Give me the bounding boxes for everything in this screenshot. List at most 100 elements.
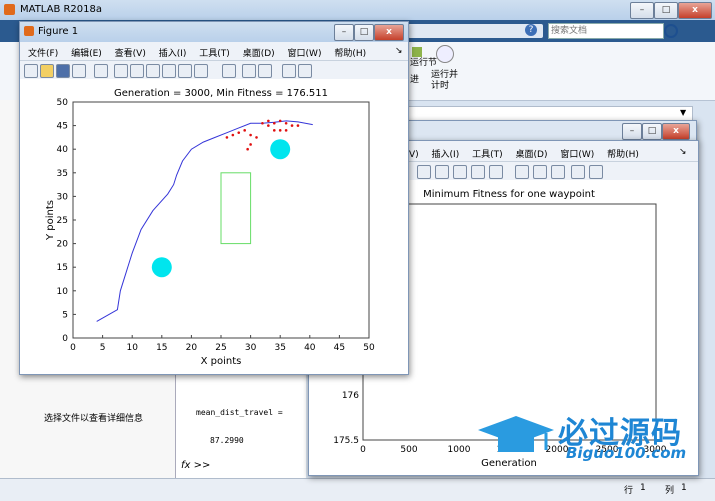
fig2-dock-icon[interactable] xyxy=(589,165,603,179)
save-icon[interactable] xyxy=(56,64,70,78)
address-dropdown-icon[interactable]: ▼ xyxy=(680,108,686,117)
bg-minimize-button[interactable]: – xyxy=(622,123,642,140)
menu-view[interactable]: 查看(V) xyxy=(115,49,146,59)
fig2-brush-icon[interactable] xyxy=(489,165,503,179)
maximize-button[interactable]: □ xyxy=(654,2,678,19)
print-icon[interactable] xyxy=(72,64,86,78)
x-tick-label: 30 xyxy=(245,343,257,353)
fitness-ytick-1755: 175.5 xyxy=(333,436,359,446)
x-tick-label: 35 xyxy=(274,343,285,353)
fig2-zoom-in-icon[interactable] xyxy=(417,165,431,179)
fitness-xtick-1000: 1000 xyxy=(448,445,471,455)
waypoint xyxy=(267,119,270,123)
waypoint xyxy=(231,133,235,137)
rotate-icon[interactable] xyxy=(162,64,176,78)
fig2-link-icon[interactable] xyxy=(515,165,529,179)
close-button[interactable]: x xyxy=(678,2,712,19)
fig2-menu-insert[interactable]: 插入(I) xyxy=(432,150,460,160)
fig2-menu-desktop[interactable]: 桌面(D) xyxy=(516,150,548,160)
menu-edit[interactable]: 编辑(E) xyxy=(71,49,102,59)
y-tick-label: 25 xyxy=(57,216,68,226)
app-title: MATLAB R2018a xyxy=(20,4,103,15)
menu-help[interactable]: 帮助(H) xyxy=(334,49,366,59)
open-file-icon[interactable] xyxy=(40,64,54,78)
fig1-menu-arrow-icon[interactable]: ↘ xyxy=(395,46,403,56)
menu-tools[interactable]: 工具(T) xyxy=(199,49,230,59)
figure1-menu: 文件(F) 编辑(E) 查看(V) 插入(I) 工具(T) 桌面(D) 窗口(W… xyxy=(28,46,376,59)
waypoint xyxy=(261,121,264,125)
x-tick-label: 5 xyxy=(100,343,106,353)
y-tick-label: 50 xyxy=(57,98,69,108)
run-and-time-label[interactable]: 运行并计时 xyxy=(431,70,461,92)
bg-close-button[interactable]: x xyxy=(662,123,690,140)
cmd-output-var: mean_dist_travel = xyxy=(196,408,283,417)
waypoint xyxy=(284,121,288,125)
fitness-ytick-176: 176 xyxy=(342,391,359,401)
waypoint xyxy=(278,119,282,123)
data-cursor-icon[interactable] xyxy=(178,64,192,78)
edit-plot-icon[interactable] xyxy=(94,64,108,78)
fig2-legend-icon[interactable] xyxy=(551,165,565,179)
file-details-message: 选择文件以查看详细信息 xyxy=(44,414,144,424)
fig2-menu-arrow-icon[interactable]: ↘ xyxy=(679,147,687,157)
menu-desktop[interactable]: 桌面(D) xyxy=(243,49,275,59)
run-section-label[interactable]: 运行节 xyxy=(410,55,437,68)
fitness-xtick-0: 0 xyxy=(360,445,366,455)
figure2-menu: V) 插入(I) 工具(T) 桌面(D) 窗口(W) 帮助(H) xyxy=(409,147,649,160)
figure1-title: Figure 1 xyxy=(38,26,79,37)
command-prompt[interactable]: fx >> xyxy=(181,460,210,471)
menu-file[interactable]: 文件(F) xyxy=(28,49,58,59)
figure1-canvas: Generation = 3000, Min Fitness = 176.511… xyxy=(20,79,408,374)
figure1-window[interactable]: Figure 1 – □ x 文件(F) 编辑(E) 查看(V) 插入(I) 工… xyxy=(19,21,409,375)
figure-icon xyxy=(24,26,34,36)
fig2-menu-tools[interactable]: 工具(T) xyxy=(472,150,503,160)
search-icon[interactable] xyxy=(664,24,678,38)
x-tick-label: 40 xyxy=(304,343,316,353)
fig2-datacursor-icon[interactable] xyxy=(471,165,485,179)
y-tick-label: 0 xyxy=(62,334,68,344)
advance-label[interactable]: 进 xyxy=(410,72,419,85)
fig2-rotate-icon[interactable] xyxy=(453,165,467,179)
fig1-maximize-button[interactable]: □ xyxy=(354,24,374,41)
waypoint xyxy=(255,136,258,139)
waypoint xyxy=(243,129,246,132)
fig2-zoom-out-icon[interactable] xyxy=(435,165,449,179)
zoom-in-icon[interactable] xyxy=(114,64,128,78)
menu-insert[interactable]: 插入(I) xyxy=(159,49,187,59)
help-icon[interactable]: ? xyxy=(525,24,537,36)
colorbar-icon[interactable] xyxy=(242,64,256,78)
run-and-time-icon[interactable] xyxy=(436,45,454,63)
fig1-close-button[interactable]: x xyxy=(374,24,404,41)
background-window[interactable]: – □ x xyxy=(403,120,697,142)
search-docs-input[interactable] xyxy=(548,23,664,39)
link-plot-icon[interactable] xyxy=(222,64,236,78)
bg-maximize-button[interactable]: □ xyxy=(642,123,662,140)
new-figure-icon[interactable] xyxy=(24,64,38,78)
watermark-logo: 必过源码 Biguo100.com xyxy=(476,408,715,470)
pan-icon[interactable] xyxy=(146,64,160,78)
status-row-label: 行 xyxy=(624,486,634,496)
figure1-titlebar: Figure 1 – □ x xyxy=(20,22,408,42)
x-tick-label: 25 xyxy=(215,343,226,353)
x-tick-label: 0 xyxy=(70,343,76,353)
hide-tools-icon[interactable] xyxy=(282,64,296,78)
fig2-hide-tools-icon[interactable] xyxy=(571,165,585,179)
menu-window[interactable]: 窗口(W) xyxy=(288,49,322,59)
matlab-titlebar: MATLAB R2018a – □ x xyxy=(0,0,715,20)
quick-access-toolbar xyxy=(408,24,543,38)
fig2-menu-view[interactable]: V) xyxy=(409,150,419,160)
status-col-value: 1 xyxy=(681,483,687,493)
matlab-logo-icon xyxy=(4,4,15,15)
fig1-minimize-button[interactable]: – xyxy=(334,24,354,41)
fig2-colorbar-icon[interactable] xyxy=(533,165,547,179)
zoom-out-icon[interactable] xyxy=(130,64,144,78)
dock-figure-icon[interactable] xyxy=(298,64,312,78)
y-tick-label: 15 xyxy=(57,263,68,273)
waypoint xyxy=(272,129,276,132)
minimize-button[interactable]: – xyxy=(630,2,654,19)
fig2-menu-help[interactable]: 帮助(H) xyxy=(607,150,639,160)
y-tick-label: 30 xyxy=(57,192,69,202)
legend-icon[interactable] xyxy=(258,64,272,78)
brush-icon[interactable] xyxy=(194,64,208,78)
fig2-menu-window[interactable]: 窗口(W) xyxy=(560,150,594,160)
